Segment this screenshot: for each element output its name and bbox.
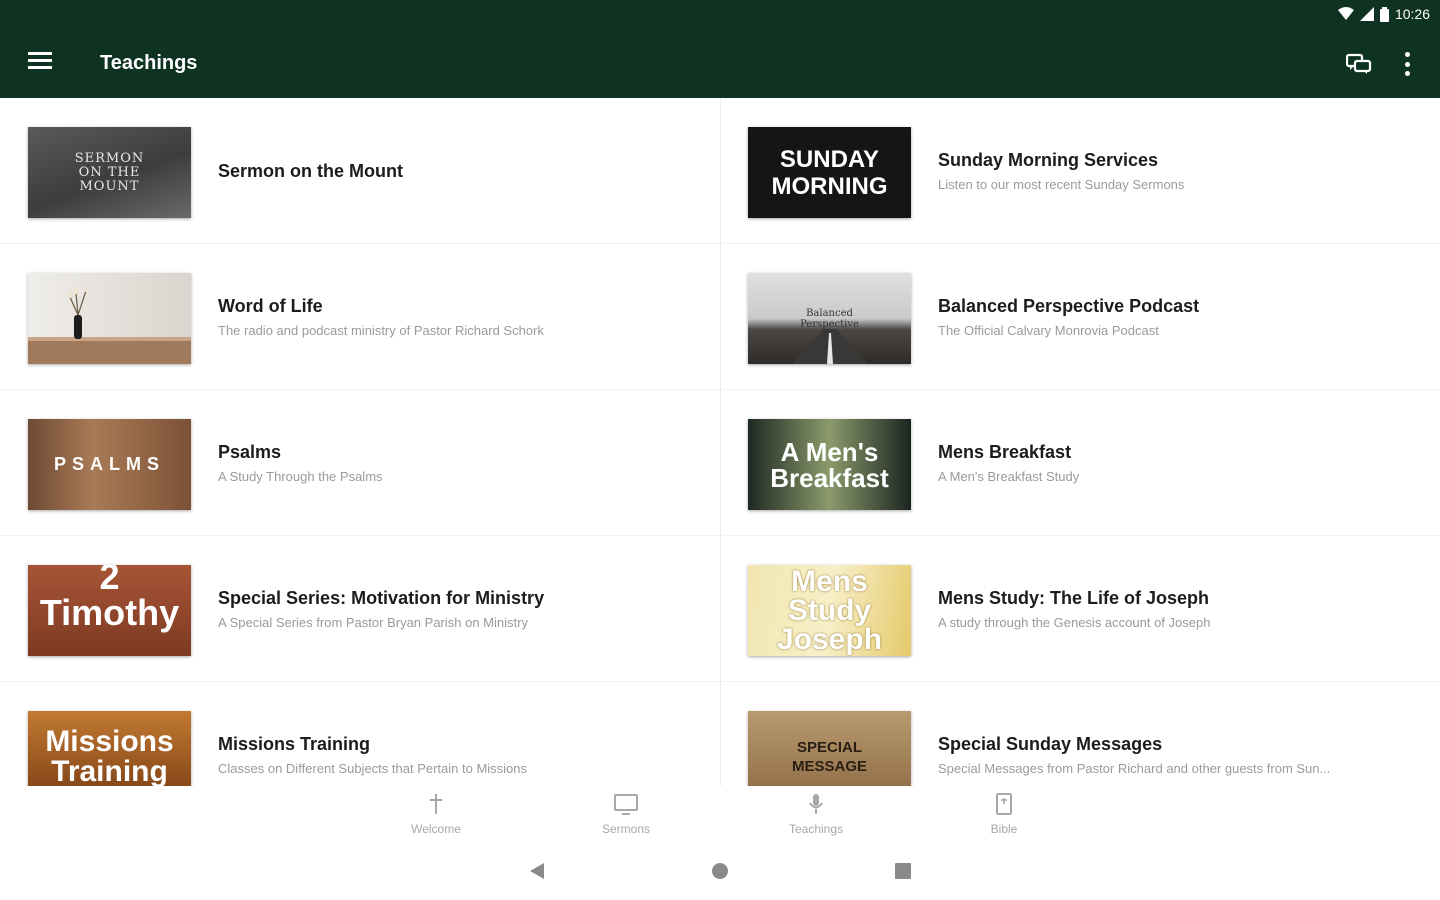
thumbnail-image: Balanced Perspective — [748, 273, 911, 364]
item-title: Balanced Perspective Podcast — [938, 296, 1200, 316]
list-item-word-of-life[interactable]: Word of Life The radio and podcast minis… — [0, 244, 720, 390]
list-item-special-sunday-messages[interactable]: SPECIAL MESSAGE Special Sunday Messages … — [720, 682, 1440, 786]
battery-icon — [1379, 6, 1389, 22]
back-icon[interactable] — [528, 862, 546, 880]
status-icons: 10:26 — [1337, 6, 1430, 22]
thumbnail-image: SPECIAL MESSAGE — [748, 711, 911, 786]
list-item-missions-training[interactable]: Missions Training Missions Training Clas… — [0, 682, 720, 786]
nav-teachings[interactable]: Teachings — [756, 792, 876, 840]
thumbnail-text: Mens Study Joseph — [776, 565, 883, 656]
item-subtitle: Special Messages from Pastor Richard and… — [938, 761, 1331, 776]
nav-label: Welcome — [411, 822, 461, 836]
nav-welcome[interactable]: Welcome — [376, 792, 496, 840]
list-item-special-series-motivation[interactable]: 2 Timothy Special Series: Motivation for… — [0, 536, 720, 682]
signal-icon — [1359, 7, 1374, 21]
list-item-sunday-morning-services[interactable]: SUNDAY MORNING Sunday Morning Services L… — [720, 98, 1440, 244]
monitor-icon — [614, 794, 638, 815]
wifi-icon — [1337, 7, 1354, 20]
chat-icon[interactable] — [1346, 52, 1372, 76]
teachings-list: SERMON ON THE MOUNT Sermon on the Mount … — [0, 98, 1440, 786]
thumbnail-text: PSALMS — [53, 454, 165, 474]
item-title: Mens Study: The Life of Joseph — [938, 588, 1210, 608]
thumbnail-image: Missions Training — [28, 711, 191, 786]
bottom-navigation: Welcome Sermons Teachings Bible — [0, 786, 1440, 842]
recents-icon[interactable] — [894, 862, 912, 880]
home-icon[interactable] — [711, 862, 729, 880]
item-title: Psalms — [218, 442, 282, 462]
thumbnail-image: Mens Study Joseph — [748, 565, 911, 656]
thumbnail-image: A Men's Breakfast — [748, 419, 911, 510]
item-title: Sermon on the Mount — [218, 160, 403, 181]
item-subtitle: A Special Series from Pastor Bryan Paris… — [218, 615, 528, 630]
item-title: Special Sunday Messages — [938, 734, 1163, 754]
thumbnail-image: 2 Timothy — [28, 565, 191, 656]
list-item-balanced-perspective-podcast[interactable]: Balanced Perspective Balanced Perspectiv… — [720, 244, 1440, 390]
app-bar: Teachings — [0, 28, 1440, 98]
page-title: Teachings — [100, 52, 198, 74]
more-options-icon[interactable] — [1402, 52, 1412, 76]
thumbnail-text: A Men's Breakfast — [770, 436, 889, 493]
nav-sermons[interactable]: Sermons — [566, 792, 686, 840]
nav-label: Bible — [990, 822, 1018, 836]
system-navigation-bar — [0, 842, 1440, 900]
cross-icon — [430, 794, 442, 814]
item-subtitle: Listen to our most recent Sunday Sermons — [938, 177, 1185, 192]
thumbnail-text: Balanced Perspective — [800, 307, 859, 330]
item-title: Missions Training — [218, 734, 371, 754]
item-subtitle: The radio and podcast ministry of Pastor… — [218, 323, 544, 338]
book-icon — [996, 793, 1012, 815]
thumbnail-text: SUNDAY MORNING — [771, 145, 888, 200]
vase-flower-icon — [28, 286, 191, 364]
thumbnail-image — [28, 273, 191, 364]
item-title: Special Series: Motivation for Ministry — [218, 588, 545, 608]
thumbnail-text: SPECIAL MESSAGE — [791, 738, 867, 775]
thumbnail-image: SERMON ON THE MOUNT — [28, 127, 191, 218]
item-title: Sunday Morning Services — [938, 150, 1159, 170]
item-title: Word of Life — [218, 296, 323, 316]
nav-label: Sermons — [601, 822, 651, 836]
item-subtitle: A Study Through the Psalms — [218, 469, 383, 484]
nav-bible[interactable]: Bible — [944, 792, 1064, 840]
item-subtitle: A study through the Genesis account of J… — [938, 615, 1211, 630]
status-bar: 10:26 — [0, 0, 1440, 28]
list-item-mens-breakfast[interactable]: A Men's Breakfast Mens Breakfast A Men's… — [720, 390, 1440, 536]
list-item-psalms[interactable]: PSALMS Psalms A Study Through the Psalms — [0, 390, 720, 536]
thumbnail-text: Missions Training — [45, 724, 174, 786]
list-item-mens-study-joseph[interactable]: Mens Study Joseph Mens Study: The Life o… — [720, 536, 1440, 682]
item-subtitle: A Men's Breakfast Study — [938, 469, 1080, 484]
status-time: 10:26 — [1394, 6, 1430, 22]
thumbnail-image: PSALMS — [28, 419, 191, 510]
item-title: Mens Breakfast — [938, 442, 1072, 462]
nav-label: Teachings — [788, 822, 844, 836]
thumbnail-text: 2 Timothy — [39, 565, 180, 633]
list-item-sermon-on-the-mount[interactable]: SERMON ON THE MOUNT Sermon on the Mount — [0, 98, 720, 244]
item-subtitle: Classes on Different Subjects that Perta… — [218, 761, 528, 776]
microphone-icon — [809, 794, 823, 814]
thumbnail-text: SERMON ON THE MOUNT — [74, 150, 145, 194]
hamburger-menu-icon[interactable] — [28, 52, 52, 74]
item-subtitle: The Official Calvary Monrovia Podcast — [938, 323, 1159, 338]
thumbnail-image: SUNDAY MORNING — [748, 127, 911, 218]
